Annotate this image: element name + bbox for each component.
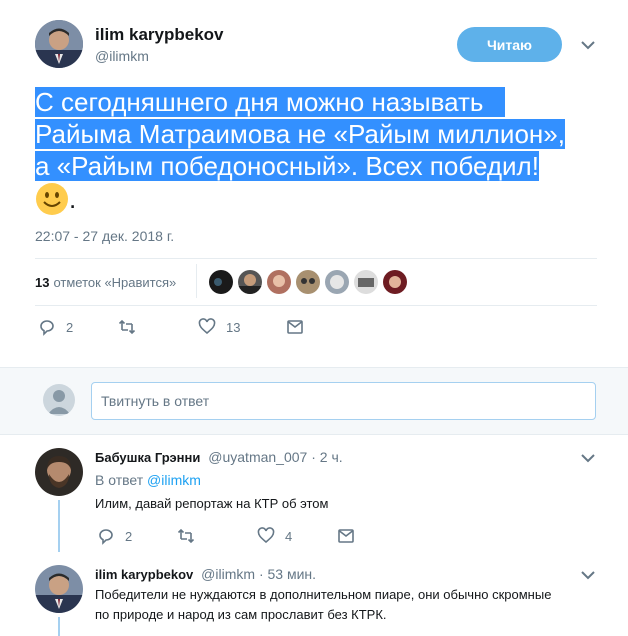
reply-author-handle[interactable]: @ilimkm	[201, 566, 255, 582]
like-button[interactable]: 13	[198, 318, 286, 336]
liker-avatar[interactable]	[325, 270, 349, 294]
chevron-down-icon[interactable]	[580, 568, 596, 582]
author-handle[interactable]: @ilimkm	[95, 48, 149, 64]
author-avatar[interactable]	[35, 20, 83, 68]
reply-header: ilim karypbekov @ilimkm · 53 мин.	[95, 566, 316, 582]
in-reply-to: В ответ @ilimkm	[95, 472, 201, 488]
tweet-text-line: Райыма Матраимова не «Райым миллион»,	[35, 119, 565, 149]
author-name[interactable]: ilim karypbekov	[95, 25, 224, 45]
liker-avatar[interactable]	[296, 270, 320, 294]
reply-author-avatar[interactable]	[35, 448, 83, 496]
reply-input[interactable]: Твитнуть в ответ	[91, 382, 596, 420]
direct-message-button[interactable]	[286, 318, 304, 336]
divider	[35, 258, 597, 259]
retweet-icon	[177, 528, 195, 544]
direct-message-button[interactable]	[337, 527, 355, 545]
like-count: 4	[285, 528, 293, 544]
retweet-icon	[118, 319, 136, 335]
in-reply-handle-link[interactable]: @ilimkm	[147, 472, 201, 488]
reply-count: 2	[125, 528, 133, 544]
tweet-text: С сегодняшнего дня можно называть Райыма…	[35, 86, 615, 216]
reply-count: 2	[66, 319, 74, 335]
chevron-down-icon[interactable]	[580, 38, 596, 52]
thread-line	[58, 617, 60, 636]
tweet-text-line: С сегодняшнего дня можно называть	[35, 87, 484, 117]
reply-text: Илим, давай репортаж на КТР об этом	[95, 496, 329, 511]
divider	[196, 264, 197, 298]
retweet-button[interactable]	[118, 318, 198, 336]
reply-actions: 2 4	[97, 527, 355, 545]
liker-avatar[interactable]	[354, 270, 378, 294]
direct-message-icon	[338, 529, 354, 543]
retweet-button[interactable]	[177, 527, 257, 545]
reply-button[interactable]: 2	[38, 318, 118, 336]
tweet-text-end: .	[69, 184, 77, 214]
tweet-timestamp[interactable]: 22:07 - 27 дек. 2018 г.	[35, 228, 174, 244]
chevron-down-icon[interactable]	[580, 451, 596, 465]
following-button[interactable]: Читаю	[457, 27, 562, 62]
reply-author-handle[interactable]: @uyatman_007	[208, 449, 307, 465]
tweet-actions: 2 13	[38, 318, 304, 336]
tweet-text-line: а «Райым победоносный». Всех победил!	[35, 151, 539, 181]
reply-author-avatar[interactable]	[35, 565, 83, 613]
main-tweet: ilim karypbekov @ilimkm Читаю С сегодняш…	[0, 0, 628, 367]
like-icon	[257, 527, 275, 544]
smile-emoji-icon	[35, 182, 69, 216]
reply-author-name[interactable]: ilim karypbekov	[95, 567, 193, 582]
liker-avatar[interactable]	[383, 270, 407, 294]
like-button[interactable]: 4	[257, 527, 337, 545]
likers-avatars	[209, 270, 412, 294]
current-user-avatar	[43, 384, 75, 416]
likes-label: отметок «Нравится»	[53, 274, 177, 290]
liker-avatar[interactable]	[238, 270, 262, 294]
reply-header: Бабушка Грэнни @uyatman_007 · 2 ч.	[95, 449, 343, 465]
reply-tweet[interactable]: ilim karypbekov @ilimkm · 53 мин. Победи…	[0, 561, 628, 636]
likes-count: 13	[35, 274, 50, 290]
divider	[35, 305, 597, 306]
thread-line	[58, 500, 60, 552]
likes-summary[interactable]: 13 отметок «Нравится»	[35, 270, 176, 294]
reply-time[interactable]: · 53 мин.	[259, 566, 316, 582]
liker-avatar[interactable]	[267, 270, 291, 294]
in-reply-prefix: В ответ	[95, 472, 144, 488]
direct-message-icon	[287, 320, 303, 334]
reply-composer: Твитнуть в ответ	[0, 367, 628, 435]
like-count: 13	[226, 319, 241, 335]
reply-time[interactable]: · 2 ч.	[311, 449, 342, 465]
reply-text: Победители не нуждаются в дополнительном…	[95, 585, 595, 625]
liker-avatar[interactable]	[209, 270, 233, 294]
reply-icon	[40, 320, 54, 336]
reply-tweet[interactable]: Бабушка Грэнни @uyatman_007 · 2 ч. В отв…	[0, 436, 628, 561]
reply-icon	[99, 529, 113, 545]
reply-author-name[interactable]: Бабушка Грэнни	[95, 450, 200, 465]
reply-text-line: Победители не нуждаются в дополнительном…	[95, 587, 552, 602]
reply-button[interactable]: 2	[97, 527, 177, 545]
like-icon	[198, 318, 216, 335]
reply-text-line: по природе и народ из сам прославит без …	[95, 607, 387, 622]
